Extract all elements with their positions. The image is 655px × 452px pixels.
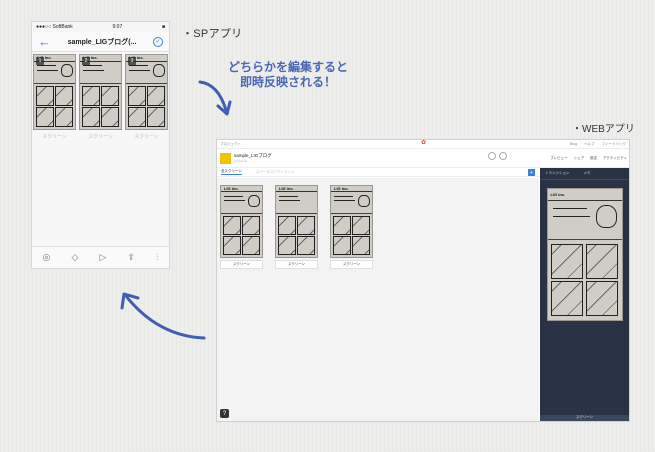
caption-line-1: どちらかを編集すると bbox=[227, 60, 348, 74]
arrow-to-web-icon bbox=[198, 80, 232, 116]
cat-doodle-icon bbox=[248, 194, 260, 207]
sync-caption: どちらかを編集すると 即時反映される！ bbox=[218, 60, 358, 90]
web-screen-item[interactable]: LIG inc. スクリーン bbox=[330, 185, 373, 269]
screen-canvas: LIG inc. スクリーン LIG inc. スクリーン LIG inc. ス… bbox=[217, 178, 539, 421]
avatar bbox=[488, 152, 496, 160]
project-title[interactable]: sample_LIGブログ(... bbox=[68, 37, 137, 47]
screen-thumbnail: LIG inc. bbox=[275, 185, 318, 258]
cat-doodle-icon bbox=[153, 64, 165, 77]
flower-logo-icon: ✿ bbox=[421, 140, 427, 146]
help-button[interactable]: ? bbox=[220, 409, 229, 418]
tab-status-outline[interactable]: ステータスアウトライン bbox=[256, 170, 295, 175]
blog-link[interactable]: Blog bbox=[570, 142, 577, 147]
share-button[interactable]: シェア bbox=[574, 156, 585, 161]
check-icon[interactable]: ✓ bbox=[152, 36, 163, 47]
avatar bbox=[499, 152, 507, 160]
tag-icon[interactable]: ◇ bbox=[72, 252, 79, 263]
project-subtitle: 3 screens bbox=[234, 159, 248, 163]
member-avatars[interactable] bbox=[488, 152, 507, 160]
screen-number: 2 bbox=[82, 57, 90, 65]
project-name[interactable]: sample_LIGブログ 3 screens bbox=[234, 153, 272, 163]
bottom-toolbar: ◎ ◇ ▷ ⇪ ⫶ bbox=[32, 246, 169, 268]
back-arrow-icon[interactable]: ← bbox=[38, 35, 51, 48]
web-screen-item[interactable]: LIG inc. スクリーン bbox=[220, 185, 263, 269]
screen-label: スクリーン bbox=[220, 260, 263, 269]
screen-label: スクリーン bbox=[275, 260, 318, 269]
play-icon[interactable]: ▷ bbox=[100, 252, 107, 263]
web-app-window: プロジェクト Blog ヘルプ フィードバック sample_LIGブログ 3 … bbox=[216, 139, 630, 422]
nav-bar: ← sample_LIGブログ(... ✓ bbox=[32, 32, 169, 52]
sp-app-window: ●●●○○ SoftBank 9:07 ■ ← sample_LIGブログ(..… bbox=[31, 21, 170, 269]
screen-thumbnail: LIG inc. 1 bbox=[33, 54, 76, 130]
screen-label: スクリーン bbox=[330, 260, 373, 269]
help-link[interactable]: ヘルプ bbox=[584, 142, 595, 147]
carrier: ●●●○○ SoftBank bbox=[36, 24, 73, 30]
add-screen-button[interactable]: + bbox=[528, 169, 535, 176]
clock: 9:07 bbox=[112, 24, 123, 30]
preview-button[interactable]: プレビュー bbox=[550, 156, 568, 161]
web-app-label: ・WEBアプリ bbox=[572, 124, 635, 135]
screen-label: スクリーン bbox=[42, 134, 67, 140]
tab-memo[interactable]: メモ bbox=[584, 171, 591, 176]
project-logo bbox=[220, 152, 231, 164]
sketch-header: LIG inc. bbox=[547, 189, 622, 201]
large-preview[interactable]: LIG inc. bbox=[546, 188, 623, 321]
screen-item[interactable]: LIG inc. 1 スクリーン bbox=[33, 54, 76, 140]
screen-label: スクリーン bbox=[134, 134, 159, 140]
screen-label: スクリーン bbox=[88, 134, 113, 140]
arrow-to-sp-icon bbox=[120, 292, 206, 340]
preview-sketch: LIG inc. bbox=[546, 188, 623, 321]
activity-button[interactable]: アクティビティ bbox=[603, 156, 627, 161]
screen-thumbnail: LIG inc. 2 bbox=[79, 54, 122, 130]
screen-list: LIG inc. 1 スクリーン LIG inc. 2 スクリーン LIG in… bbox=[32, 52, 169, 142]
screen-thumbnail: LIG inc. 3 bbox=[125, 54, 168, 130]
screen-thumbnail: LIG inc. bbox=[330, 185, 373, 258]
project-name-text: sample_LIGブログ bbox=[234, 153, 272, 158]
preview-sidebar: トランジション メモ LIG inc. スクリーン bbox=[540, 168, 629, 421]
tab-transition[interactable]: トランジション bbox=[545, 171, 570, 176]
sidebar-tabs: トランジション メモ bbox=[540, 168, 629, 180]
camera-icon[interactable]: ◎ bbox=[43, 252, 51, 263]
settings-button[interactable]: 設定 bbox=[590, 156, 597, 161]
projects-link[interactable]: プロジェクト bbox=[220, 142, 241, 147]
cat-doodle-icon bbox=[61, 64, 73, 77]
tab-all-screens[interactable]: 全スクリーン bbox=[221, 169, 242, 175]
sp-app-label: ・SPアプリ bbox=[182, 28, 243, 40]
share-icon[interactable]: ⇪ bbox=[128, 252, 136, 263]
screen-item[interactable]: LIG inc. 2 スクリーン bbox=[79, 54, 122, 140]
battery-icon: ■ bbox=[161, 24, 165, 30]
screen-item[interactable]: LIG inc. 3 スクリーン bbox=[125, 54, 168, 140]
settings-icon[interactable]: ⫶ bbox=[156, 252, 158, 263]
cat-doodle-icon bbox=[358, 194, 370, 207]
caption-line-2: 即時反映される！ bbox=[239, 75, 336, 89]
status-bar: ●●●○○ SoftBank 9:07 ■ bbox=[32, 22, 169, 32]
screen-number: 1 bbox=[36, 57, 44, 65]
screen-thumbnail: LIG inc. bbox=[220, 185, 263, 258]
web-screen-item[interactable]: LIG inc. スクリーン bbox=[275, 185, 318, 269]
cat-doodle-icon bbox=[596, 205, 618, 229]
feedback-link[interactable]: フィードバック bbox=[602, 142, 626, 147]
project-actions: プレビュー シェア 設定 アクティビティ bbox=[550, 156, 627, 161]
screen-number: 3 bbox=[128, 57, 136, 65]
sidebar-screen-label: スクリーン bbox=[540, 415, 629, 421]
